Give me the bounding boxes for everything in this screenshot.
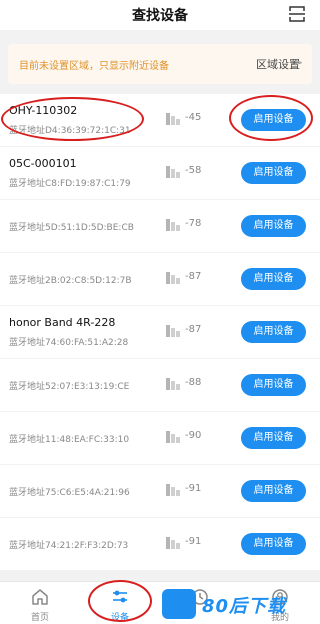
signal-strength: -91 xyxy=(185,536,202,547)
device-address: 蓝牙地址11:48:EA:FC:33:10 xyxy=(9,435,130,445)
annotation-circle-tab xyxy=(88,580,152,622)
signal-icon xyxy=(166,484,182,496)
enable-device-button[interactable]: 启用设备 xyxy=(241,321,306,343)
watermark-text: 80后下载 xyxy=(202,596,287,617)
device-row: 蓝牙地址2B:02:C8:5D:12:7B -87 启用设备 xyxy=(0,253,320,305)
device-name: 05C-000101 xyxy=(9,157,77,170)
signal-icon xyxy=(166,219,182,231)
signal-strength: -45 xyxy=(185,112,202,123)
site-watermark: 80后下载 xyxy=(160,588,320,622)
device-row: 蓝牙地址75:C6:E5:4A:21:96 -91 启用设备 xyxy=(0,465,320,517)
device-address: 蓝牙地址52:07:E3:13:19:CE xyxy=(9,382,130,392)
device-list: OHY-110302 蓝牙地址D4:36:39:72:1C:31 -45 启用设… xyxy=(0,94,320,571)
enable-device-button[interactable]: 启用设备 xyxy=(241,374,306,396)
signal-strength: -88 xyxy=(185,377,202,388)
chevron-right-icon: > xyxy=(293,56,303,69)
device-address: 蓝牙地址75:C6:E5:4A:21:96 xyxy=(9,488,130,498)
device-address: 蓝牙地址5D:51:1D:5D:BE:CB xyxy=(9,223,134,233)
device-row: honor Band 4R-228 蓝牙地址74:60:FA:51:A2:28 … xyxy=(0,306,320,358)
signal-icon xyxy=(166,378,182,390)
device-row: 蓝牙地址74:21:2F:F3:2D:73 -91 启用设备 xyxy=(0,518,320,570)
signal-icon xyxy=(166,166,182,178)
device-row: 蓝牙地址52:07:E3:13:19:CE -88 启用设备 xyxy=(0,359,320,411)
enable-device-button[interactable]: 启用设备 xyxy=(241,215,306,237)
device-row: 蓝牙地址5D:51:1D:5D:BE:CB -78 启用设备 xyxy=(0,200,320,252)
device-row: 05C-000101 蓝牙地址C8:FD:19:87:C1:79 -58 启用设… xyxy=(0,147,320,199)
home-icon xyxy=(32,589,48,605)
signal-icon xyxy=(166,537,182,549)
enable-device-button[interactable]: 启用设备 xyxy=(241,533,306,555)
device-address: 蓝牙地址74:21:2F:F3:2D:73 xyxy=(9,541,129,551)
page-title: 查找设备 xyxy=(132,8,188,24)
device-address: 蓝牙地址C8:FD:19:87:C1:79 xyxy=(9,179,131,189)
signal-strength: -87 xyxy=(185,324,202,335)
signal-icon xyxy=(166,113,182,125)
enable-device-button[interactable]: 启用设备 xyxy=(241,162,306,184)
device-address: 蓝牙地址2B:02:C8:5D:12:7B xyxy=(9,276,132,286)
signal-strength: -58 xyxy=(185,165,202,176)
signal-icon xyxy=(166,272,182,284)
enable-device-button[interactable]: 启用设备 xyxy=(241,268,306,290)
signal-strength: -90 xyxy=(185,430,202,441)
tab-home[interactable]: 首页 xyxy=(0,582,80,624)
device-address: 蓝牙地址74:60:FA:51:A2:28 xyxy=(9,338,129,348)
signal-strength: -87 xyxy=(185,271,202,282)
device-name: honor Band 4R-228 xyxy=(9,316,116,329)
signal-icon xyxy=(166,325,182,337)
notice-message: 目前未设置区域，只显示附近设备 xyxy=(19,61,169,72)
signal-strength: -78 xyxy=(185,218,202,229)
top-bar: 查找设备 xyxy=(0,0,320,30)
enable-device-button[interactable]: 启用设备 xyxy=(241,427,306,449)
region-notice: 目前未设置区域，只显示附近设备 区域设置 > xyxy=(8,44,312,84)
signal-strength: -91 xyxy=(185,483,202,494)
signal-icon xyxy=(166,431,182,443)
scan-icon[interactable] xyxy=(288,5,306,23)
tab-home-label: 首页 xyxy=(30,613,49,623)
device-row: 蓝牙地址11:48:EA:FC:33:10 -90 启用设备 xyxy=(0,412,320,464)
annotation-circle-device xyxy=(1,97,144,141)
enable-device-button[interactable]: 启用设备 xyxy=(241,480,306,502)
watermark-logo-icon xyxy=(162,589,196,619)
annotation-circle-button xyxy=(229,95,313,141)
